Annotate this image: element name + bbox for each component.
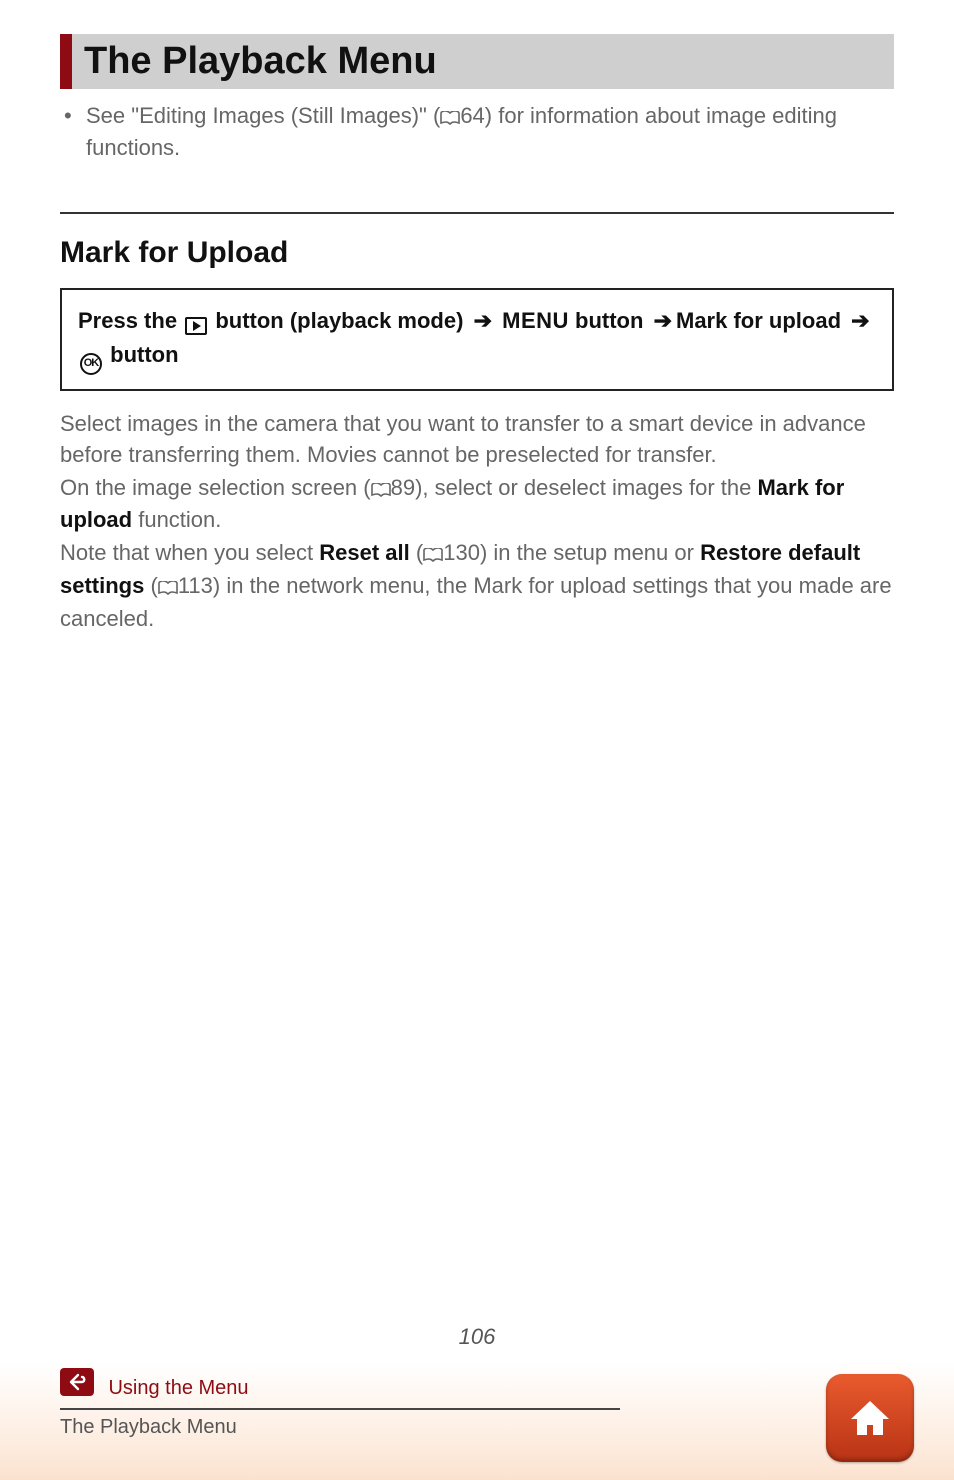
step-text-2: button (playback mode): [215, 308, 463, 333]
arrow-icon: ➔: [847, 308, 873, 333]
playback-button-icon: [185, 317, 207, 335]
navigation-steps-box: Press the button (playback mode) ➔ MENU …: [60, 288, 894, 391]
back-button[interactable]: [60, 1368, 94, 1396]
section-title: The Playback Menu: [84, 40, 882, 83]
manual-ref-icon: [440, 103, 460, 133]
menu-button-label: MENU: [502, 308, 569, 333]
p2-a: On the image selection screen (: [60, 475, 371, 500]
p2-c: function.: [132, 507, 221, 532]
document-page: The Playback Menu • See "Editing Images …: [0, 0, 954, 1480]
step-text-5: button: [110, 342, 178, 367]
step-text-4: Mark for upload: [676, 308, 841, 333]
page-number: 106: [0, 1324, 954, 1350]
bullet-ref: 64: [460, 103, 484, 128]
section-title-bar: The Playback Menu: [60, 34, 894, 89]
back-arrow-icon: [66, 1371, 88, 1393]
home-button[interactable]: [826, 1374, 914, 1462]
p2-ref: 89: [391, 475, 415, 500]
p3-b: (: [410, 540, 423, 565]
arrow-icon: ➔: [650, 308, 676, 333]
manual-ref-icon: [371, 475, 391, 506]
p3-d: (: [144, 573, 157, 598]
body-text: Select images in the camera that you wan…: [60, 409, 894, 635]
intro-bullet: • See "Editing Images (Still Images)" ( 6…: [60, 101, 894, 162]
p3-ref2: 113: [178, 573, 213, 598]
p3-ref1: 130: [443, 540, 480, 565]
manual-ref-icon: [158, 573, 178, 604]
bullet-prefix: See "Editing Images (Still Images)" (: [86, 103, 440, 128]
p3-c: ) in the setup menu or: [480, 540, 700, 565]
ok-button-icon: OK: [80, 353, 102, 375]
bullet-text: See "Editing Images (Still Images)" (64)…: [86, 101, 890, 162]
subheading: Mark for Upload: [60, 236, 894, 270]
breadcrumb-row: Using the Menu: [60, 1362, 894, 1400]
paragraph-3: Note that when you select Reset all (130…: [60, 538, 894, 634]
paragraph-2: On the image selection screen ( 89), sele…: [60, 473, 894, 537]
page-footer: Using the Menu The Playback Menu: [0, 1362, 954, 1480]
arrow-icon: ➔: [470, 308, 496, 333]
paragraph-1: Select images in the camera that you wan…: [60, 409, 894, 471]
divider: [60, 212, 894, 214]
p3-a: Note that when you select: [60, 540, 319, 565]
step-text-3: button: [575, 308, 643, 333]
p2-b: ), select or deselect images for the: [415, 475, 757, 500]
p3-bold1: Reset all: [319, 540, 410, 565]
footer-section-label: The Playback Menu: [60, 1416, 894, 1439]
step-text-1: Press the: [78, 308, 177, 333]
breadcrumb-link[interactable]: Using the Menu: [108, 1377, 248, 1399]
home-icon: [843, 1391, 897, 1445]
bullet-marker: •: [64, 101, 86, 162]
footer-rule: [60, 1408, 620, 1410]
manual-ref-icon: [423, 540, 443, 571]
